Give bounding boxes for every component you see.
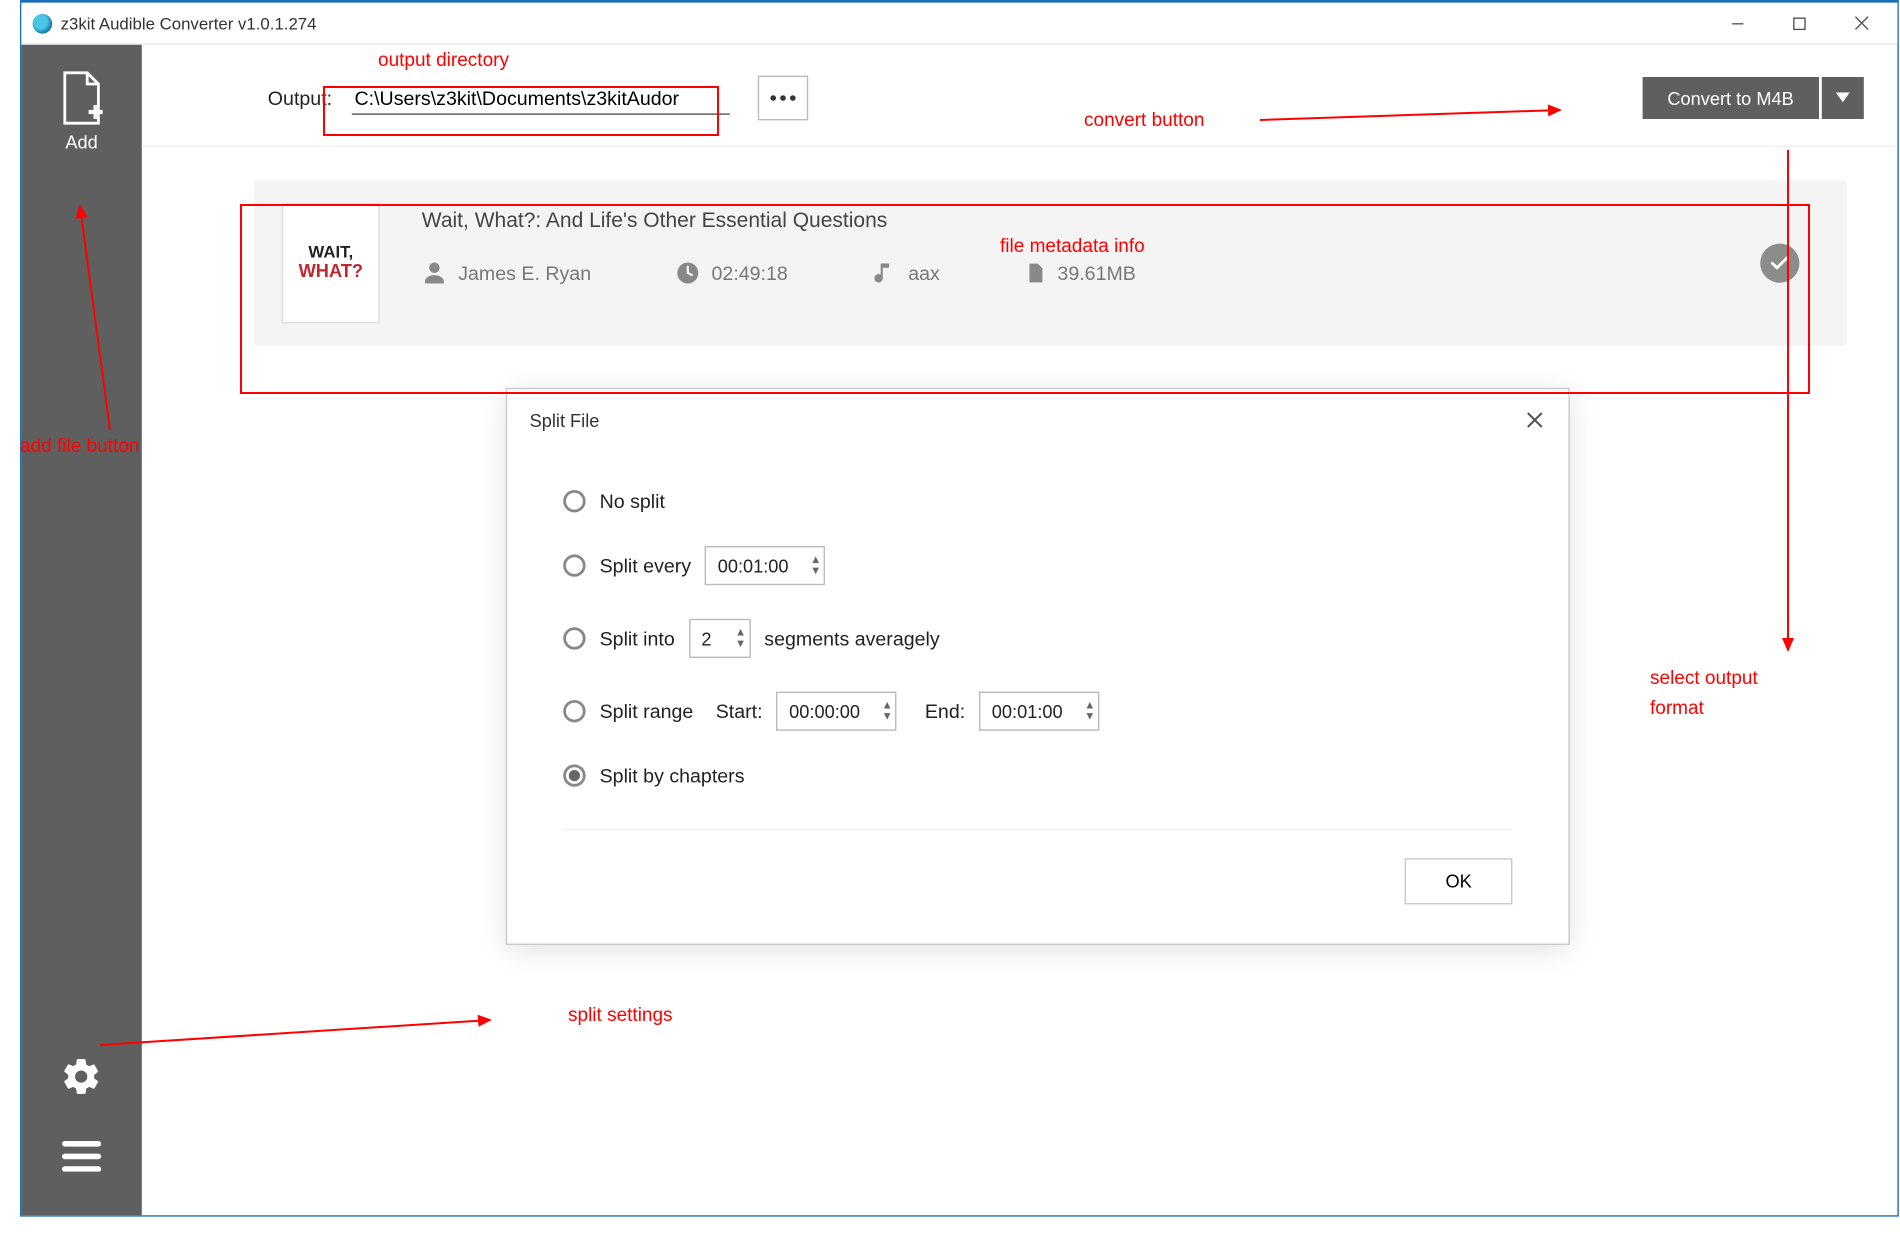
option-split-chapters[interactable]: Split by chapters bbox=[563, 764, 1512, 786]
add-button[interactable]: Add bbox=[58, 70, 106, 153]
split-every-input[interactable]: 00:01:00 ▲▼ bbox=[705, 546, 825, 585]
dialog-close-button[interactable] bbox=[1515, 400, 1554, 439]
settings-button[interactable] bbox=[61, 1056, 103, 1105]
app-window: z3kit Audible Converter v1.0.1.274 bbox=[20, 0, 1899, 1217]
sidebar: Add bbox=[21, 45, 141, 1215]
output-label: Output: bbox=[268, 87, 332, 109]
close-icon bbox=[1526, 412, 1543, 429]
output-path-input[interactable] bbox=[352, 82, 730, 114]
file-author: James E. Ryan bbox=[422, 260, 591, 285]
app-icon bbox=[33, 13, 53, 33]
check-icon bbox=[1769, 252, 1791, 274]
spinner-icon[interactable]: ▲▼ bbox=[810, 554, 821, 576]
window-title: z3kit Audible Converter v1.0.1.274 bbox=[61, 13, 317, 33]
radio-icon bbox=[563, 627, 585, 649]
dialog-title: Split File bbox=[530, 410, 600, 431]
minimize-button[interactable] bbox=[1707, 2, 1769, 44]
book-cover: WAIT, WHAT? bbox=[282, 203, 380, 323]
convert-label: Convert to M4B bbox=[1667, 88, 1793, 109]
convert-format-dropdown[interactable] bbox=[1822, 77, 1864, 119]
radio-icon bbox=[563, 490, 585, 512]
radio-selected-icon bbox=[563, 764, 585, 786]
person-icon bbox=[422, 260, 447, 285]
content-area: WAIT, WHAT? Wait, What?: And Life's Othe… bbox=[142, 147, 1898, 1215]
add-file-icon bbox=[58, 70, 106, 126]
ellipsis-icon bbox=[770, 95, 795, 101]
main-area: Output: Convert to M4B bbox=[142, 45, 1898, 1215]
option-split-range[interactable]: Split range Start: 00:00:00 ▲▼ End: 00:0… bbox=[563, 692, 1512, 731]
maximize-button[interactable] bbox=[1769, 2, 1831, 44]
ok-button[interactable]: OK bbox=[1405, 858, 1513, 904]
radio-icon bbox=[563, 554, 585, 576]
split-file-dialog: Split File No split bbox=[506, 388, 1570, 945]
top-bar: Output: Convert to M4B bbox=[142, 45, 1898, 147]
file-row[interactable]: WAIT, WHAT? Wait, What?: And Life's Othe… bbox=[254, 181, 1847, 346]
clock-icon bbox=[675, 260, 700, 285]
chevron-down-icon bbox=[1836, 92, 1850, 103]
title-bar: z3kit Audible Converter v1.0.1.274 bbox=[21, 3, 1897, 45]
option-split-into[interactable]: Split into 2 ▲▼ segments averagely bbox=[563, 619, 1512, 658]
close-button[interactable] bbox=[1830, 2, 1892, 44]
spinner-icon[interactable]: ▲▼ bbox=[735, 627, 746, 649]
file-status-check bbox=[1760, 244, 1799, 283]
radio-icon bbox=[563, 700, 585, 722]
add-label: Add bbox=[65, 132, 97, 153]
convert-button[interactable]: Convert to M4B bbox=[1642, 77, 1819, 119]
hamburger-icon bbox=[62, 1141, 101, 1172]
file-icon bbox=[1024, 260, 1046, 285]
split-range-start-input[interactable]: 00:00:00 ▲▼ bbox=[777, 692, 897, 731]
file-size: 39.61MB bbox=[1024, 260, 1136, 285]
option-split-every[interactable]: Split every 00:01:00 ▲▼ bbox=[563, 546, 1512, 585]
music-icon bbox=[872, 260, 897, 285]
spinner-icon[interactable]: ▲▼ bbox=[882, 700, 893, 722]
option-no-split[interactable]: No split bbox=[563, 490, 1512, 512]
spinner-icon[interactable]: ▲▼ bbox=[1084, 700, 1095, 722]
gear-icon bbox=[61, 1056, 103, 1098]
menu-button[interactable] bbox=[62, 1141, 101, 1179]
file-title: Wait, What?: And Life's Other Essential … bbox=[422, 209, 1819, 233]
split-range-end-input[interactable]: 00:01:00 ▲▼ bbox=[979, 692, 1099, 731]
file-format: aax bbox=[872, 260, 940, 285]
split-into-input[interactable]: 2 ▲▼ bbox=[689, 619, 750, 658]
browse-button[interactable] bbox=[758, 76, 808, 121]
file-duration: 02:49:18 bbox=[675, 260, 788, 285]
